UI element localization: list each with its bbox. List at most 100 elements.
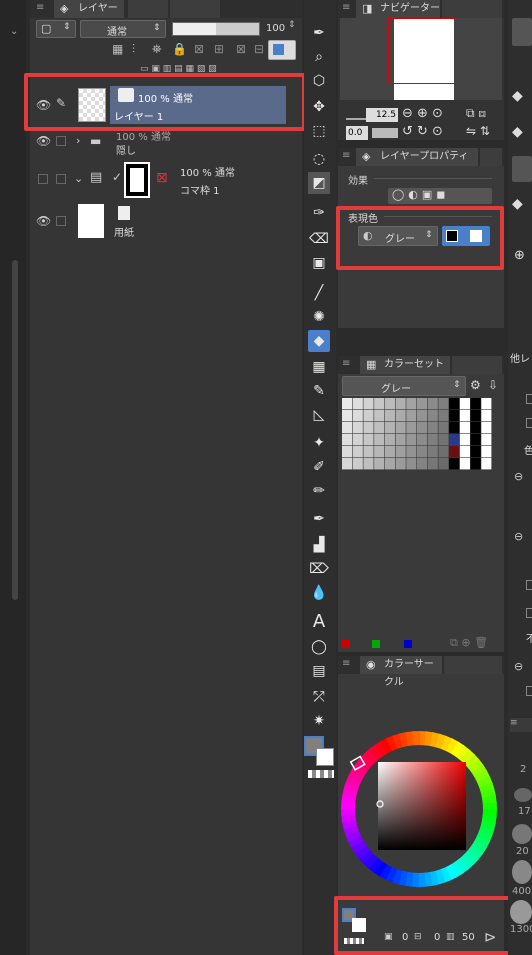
hue-segment[interactable]	[412, 731, 421, 746]
color-swatch[interactable]	[417, 422, 428, 434]
play-icon[interactable]: ⊳	[484, 928, 497, 946]
panel-menu-icon[interactable]: ≡	[36, 2, 44, 13]
sparkle-tool-icon[interactable]: ✦	[308, 432, 330, 454]
color-swatch[interactable]	[470, 434, 481, 446]
color-swatch[interactable]	[395, 398, 406, 410]
color-swatch[interactable]	[481, 410, 492, 422]
line-tool-icon[interactable]: ╱	[308, 282, 330, 304]
color-swatch[interactable]	[481, 398, 492, 410]
color-swatch[interactable]	[470, 398, 481, 410]
right-tool-3[interactable]: ◆	[512, 124, 523, 140]
clipping-icon[interactable]: ⫶	[132, 42, 135, 57]
layer-type-dropdown[interactable]: ▢ ⇕	[36, 20, 76, 38]
color-swatch[interactable]	[417, 446, 428, 458]
layer-row[interactable]: ⌄ ▤ ✓ ⊠ 100 % 通常 コマ枠 1	[30, 158, 302, 202]
color-swatch[interactable]	[417, 458, 428, 470]
color-swatch[interactable]	[459, 446, 470, 458]
color-swatch[interactable]	[374, 410, 385, 422]
color-swatch[interactable]	[470, 410, 481, 422]
tab-color-set-other[interactable]	[452, 356, 502, 374]
color-swatch[interactable]	[395, 434, 406, 446]
brush-preview-1[interactable]	[514, 788, 532, 802]
opacity-value[interactable]: 100	[266, 23, 285, 34]
color-swatch[interactable]	[363, 422, 374, 434]
green-swatch[interactable]	[372, 640, 380, 648]
color-swatch[interactable]	[417, 434, 428, 446]
transparent-color-swatch[interactable]	[308, 770, 334, 778]
tab-color-set[interactable]: ▦ カラーセット	[360, 356, 450, 374]
color-swatch[interactable]	[384, 422, 395, 434]
color-swatch[interactable]	[384, 434, 395, 446]
paint-bucket-tool-icon[interactable]: ◆	[308, 330, 330, 352]
color-swatch[interactable]	[352, 422, 363, 434]
expression-dropdown[interactable]: ◐ グレー ⇕	[358, 226, 438, 246]
color-swatch[interactable]	[449, 434, 460, 446]
color-swatch[interactable]	[384, 398, 395, 410]
color-swatch[interactable]	[449, 446, 460, 458]
color-swatch[interactable]	[427, 434, 438, 446]
lasso-tool-icon[interactable]: ◌	[308, 148, 330, 170]
airbrush-tool-icon[interactable]: ▟	[308, 534, 330, 556]
color-swatch[interactable]	[363, 398, 374, 410]
layer-row[interactable]: 👁 用紙	[30, 202, 302, 240]
right-check-2[interactable]	[526, 418, 532, 428]
color-swatch[interactable]	[352, 446, 363, 458]
ruler-tool-icon[interactable]: ◺	[308, 404, 330, 426]
color-swatch[interactable]	[438, 398, 449, 410]
draft-icon[interactable]: ⊠	[194, 42, 204, 56]
color-swatch[interactable]	[384, 446, 395, 458]
checkbox[interactable]	[38, 174, 48, 184]
color-swatch[interactable]	[352, 434, 363, 446]
color-swatch[interactable]	[438, 410, 449, 422]
layer-row[interactable]: 👁 › ▬ 100 % 通常 隠し	[30, 130, 302, 157]
color-swatch[interactable]	[470, 446, 481, 458]
right-minus-1[interactable]: ⊖	[514, 470, 523, 483]
color-swatch[interactable]	[352, 410, 363, 422]
color-swatch[interactable]	[395, 422, 406, 434]
rotate-field[interactable]: 0.0	[346, 126, 368, 140]
wheel-transparent-swatch[interactable]	[344, 938, 364, 944]
color-swatch[interactable]	[374, 422, 385, 434]
tab-layer-other[interactable]	[170, 0, 220, 18]
add-icon[interactable]: ⊕	[514, 248, 525, 263]
color-swatch[interactable]	[384, 410, 395, 422]
right-check-3[interactable]	[526, 580, 532, 590]
color-swatch[interactable]	[406, 410, 417, 422]
wheel-sub-swatch[interactable]	[352, 918, 366, 932]
balloon-tool-icon[interactable]: ◯	[308, 636, 330, 658]
blend-mode-dropdown[interactable]: 通常 ⇕	[80, 20, 166, 38]
left-dock-scrollbar[interactable]	[12, 260, 18, 600]
right-minus-2[interactable]: ⊖	[514, 530, 523, 543]
expression-color-buttons[interactable]	[442, 226, 490, 246]
layer-color-icon[interactable]: ⊟	[254, 42, 264, 56]
move-tool-icon[interactable]: ✥	[308, 96, 330, 118]
mask-icon[interactable]: ⊞	[214, 42, 224, 56]
right-tool-5[interactable]: ◆	[512, 196, 523, 212]
panel-menu-icon[interactable]: ≡	[342, 658, 350, 669]
sub-color-swatch[interactable]	[316, 748, 334, 766]
color-swatch[interactable]	[342, 398, 353, 410]
color-swatch[interactable]	[395, 458, 406, 470]
right-tool-2[interactable]: ◆	[512, 88, 523, 104]
chevron-down-icon[interactable]: ⌄	[74, 172, 83, 185]
pencil-tool-icon[interactable]: ✐	[308, 456, 330, 478]
color-swatch[interactable]	[481, 422, 492, 434]
blue-swatch[interactable]	[404, 640, 412, 648]
rotate-slider[interactable]	[372, 128, 398, 138]
left-dock-chevron-icon[interactable]: ⌄	[10, 26, 18, 37]
color-swatch[interactable]	[406, 458, 417, 470]
gradient-tool-icon[interactable]: ▦	[308, 356, 330, 378]
color-swatch[interactable]	[459, 398, 470, 410]
color-swatch[interactable]	[427, 422, 438, 434]
color-set-export-icon[interactable]: ⇩	[488, 378, 498, 392]
color-swatch[interactable]	[417, 398, 428, 410]
select-tool-icon[interactable]: ⬚	[308, 120, 330, 142]
color-swatch[interactable]	[374, 398, 385, 410]
brush-tool-icon[interactable]: ✎	[308, 380, 330, 402]
tab-layer-search[interactable]	[128, 0, 168, 18]
color-set-grid[interactable]	[342, 398, 492, 470]
color-swatch[interactable]	[342, 458, 353, 470]
color-swatch[interactable]	[449, 410, 460, 422]
layer-color-button[interactable]	[268, 40, 296, 60]
eye-icon[interactable]: 👁	[36, 214, 51, 228]
